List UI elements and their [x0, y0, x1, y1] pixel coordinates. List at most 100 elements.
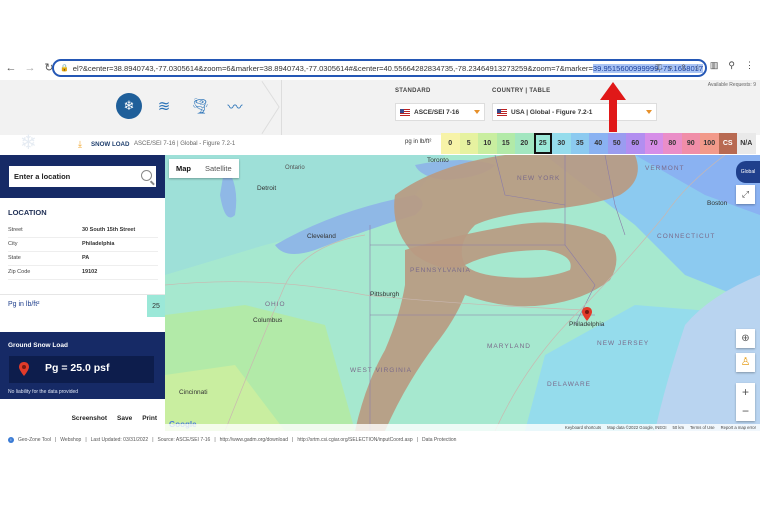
global-logo: Global: [736, 161, 760, 183]
tab-map[interactable]: Map: [169, 159, 198, 178]
place-label: VERMONT: [645, 165, 685, 172]
place-label: Columbus: [253, 317, 283, 324]
footer-item[interactable]: http://www.gadm.org/download: [220, 437, 288, 443]
zoom-out-button[interactable]: −: [736, 402, 755, 421]
legend-cell: 15: [496, 133, 515, 154]
footer-item[interactable]: Data Protection: [422, 437, 456, 443]
location-row: Zip Code 19102: [8, 267, 158, 280]
footer-item[interactable]: Webshop: [60, 437, 81, 443]
map-type-toggle: Map Satellite: [169, 159, 239, 178]
back-arrow-icon[interactable]: ←: [3, 60, 19, 76]
place-label: DELAWARE: [547, 381, 591, 388]
print-button[interactable]: Print: [142, 415, 157, 422]
location-value: 30 South 15th Street: [82, 227, 136, 233]
share-icon[interactable]: ⇪: [680, 63, 687, 73]
gsl-title: Ground Snow Load: [8, 342, 68, 349]
sidebar-icon[interactable]: ▥: [710, 60, 719, 71]
snow-load-title: SNOW LOAD: [91, 141, 130, 148]
legend-cell: 5: [459, 133, 478, 154]
place-label: Toronto: [427, 157, 449, 164]
extension-icon[interactable]: ⚲: [728, 60, 735, 71]
legend-cell: CS: [718, 133, 737, 154]
map-attribution: Keyboard shortcuts Map data ©2022 Google…: [165, 424, 760, 431]
location-key: Zip Code: [8, 269, 31, 275]
standard-label: STANDARD: [395, 88, 431, 94]
location-value: PA: [82, 255, 90, 261]
search-input[interactable]: Enter a location: [9, 166, 156, 187]
legend-cell: 40: [589, 133, 608, 154]
country-select[interactable]: USA | Global - Figure 7.2-1: [492, 103, 657, 121]
zoom-controls: + −: [736, 383, 755, 421]
legend-cell: 20: [515, 133, 534, 154]
legend-cell: N/A: [737, 133, 756, 154]
footer-item: Source: ASCE/SEI 7-16: [157, 436, 211, 443]
place-label: Boston: [707, 200, 728, 207]
menu-icon[interactable]: ⋮: [745, 60, 754, 71]
pegman-icon[interactable]: ♙: [736, 353, 755, 372]
footer-item: Geo-Zone Tool: [18, 436, 51, 443]
scale-label: 50 km: [672, 425, 684, 430]
place-label: Cincinnati: [179, 389, 208, 396]
terms-link[interactable]: Terms of Use: [690, 425, 715, 430]
place-label: OHIO: [265, 301, 286, 308]
browser-right-icons: ▥ ⚲ ⋮: [710, 60, 754, 71]
location-row: City Philadelphia: [8, 239, 158, 252]
page-footer: i Geo-Zone Tool | Webshop | Last Updated: …: [0, 434, 760, 445]
map-pin-icon: [19, 362, 29, 376]
lock-icon: 🔒: [60, 65, 69, 72]
place-label: Philadelphia: [569, 321, 605, 328]
keyboard-shortcuts-link[interactable]: Keyboard shortcuts: [565, 425, 601, 430]
seismic-icon[interactable]: 〰: [222, 93, 248, 119]
fullscreen-icon[interactable]: ⤢: [736, 185, 755, 204]
browser-bar: ← → ↻ 🔒 el?&center=38.8940743,-77.030561…: [0, 58, 760, 78]
zoom-in-button[interactable]: +: [736, 383, 755, 402]
locate-icon[interactable]: ⊕: [736, 329, 755, 348]
star-icon[interactable]: ☆: [694, 63, 701, 73]
place-label: WEST VIRGINIA: [350, 367, 412, 374]
legend-cell: 35: [570, 133, 589, 154]
place-label: PENNSYLVANIA: [410, 267, 471, 274]
standard-select[interactable]: ASCE/SEI 7-16: [395, 103, 485, 121]
app-header: ❄ ≋ 🌪 〰 Available Requests: 9 STANDARD A…: [0, 80, 760, 135]
info-icon[interactable]: i: [8, 436, 14, 443]
gsl-value: Pg = 25.0 psf: [45, 362, 110, 374]
us-flag-icon: [400, 108, 410, 116]
address-bar[interactable]: 🔒 el?&center=38.8940743,-77.0305614&zoom…: [52, 59, 707, 77]
us-flag-icon: [497, 108, 507, 116]
place-label: MARYLAND: [487, 343, 532, 350]
place-label: NEW YORK: [517, 175, 561, 182]
map[interactable]: Map Satellite Global ⤢ Detroit Toronto O…: [165, 155, 760, 431]
legend-cell: 90: [681, 133, 700, 154]
legend-cell: 10: [478, 133, 497, 154]
pg-label: Pg in lb/ft²: [8, 301, 40, 308]
tab-satellite[interactable]: Satellite: [198, 159, 239, 178]
screenshot-button[interactable]: Screenshot: [72, 415, 107, 422]
search-icon[interactable]: [141, 170, 152, 181]
snow-load-subtitle: ASCE/SEI 7-16 | Global - Figure 7.2-1: [134, 141, 236, 147]
chevron-down-icon: [646, 110, 652, 114]
legend-cell: 30: [552, 133, 571, 154]
wind-icon[interactable]: ≋: [151, 93, 177, 119]
zoom-icon[interactable]: ⌕: [669, 63, 673, 73]
pg-unit-label: pg in lb/ft²: [405, 139, 432, 145]
place-label: CONNECTICUT: [657, 233, 716, 240]
footer-item[interactable]: http://srtm.csi.cgiar.org/SELECTION/inpu…: [297, 437, 412, 443]
location-key: Street: [8, 227, 23, 233]
place-label: NEW JERSEY: [597, 340, 650, 347]
footer-item: Last Updated: 03/31/2022: [90, 436, 149, 443]
snowflake-icon[interactable]: ❄: [116, 93, 142, 119]
key-icon[interactable]: ⚿: [656, 63, 662, 73]
liability-note: No liability for the data provided: [8, 389, 79, 395]
chevron-down-icon: [474, 110, 480, 114]
legend-cell: 80: [663, 133, 682, 154]
page: ← → ↻ 🔒 el?&center=38.8940743,-77.030561…: [0, 0, 760, 511]
save-button[interactable]: Save: [117, 415, 132, 422]
forward-arrow-icon[interactable]: →: [22, 60, 38, 76]
country-label: COUNTRY | TABLE: [492, 88, 551, 94]
map-canvas[interactable]: [165, 155, 760, 431]
tornado-icon[interactable]: 🌪: [187, 93, 213, 119]
search-placeholder: Enter a location: [14, 172, 71, 181]
report-error-link[interactable]: Report a map error: [721, 425, 756, 430]
map-marker-icon[interactable]: [582, 307, 592, 321]
ground-snow-load-panel: Ground Snow Load Pg = 25.0 psf No liabil…: [0, 332, 165, 399]
